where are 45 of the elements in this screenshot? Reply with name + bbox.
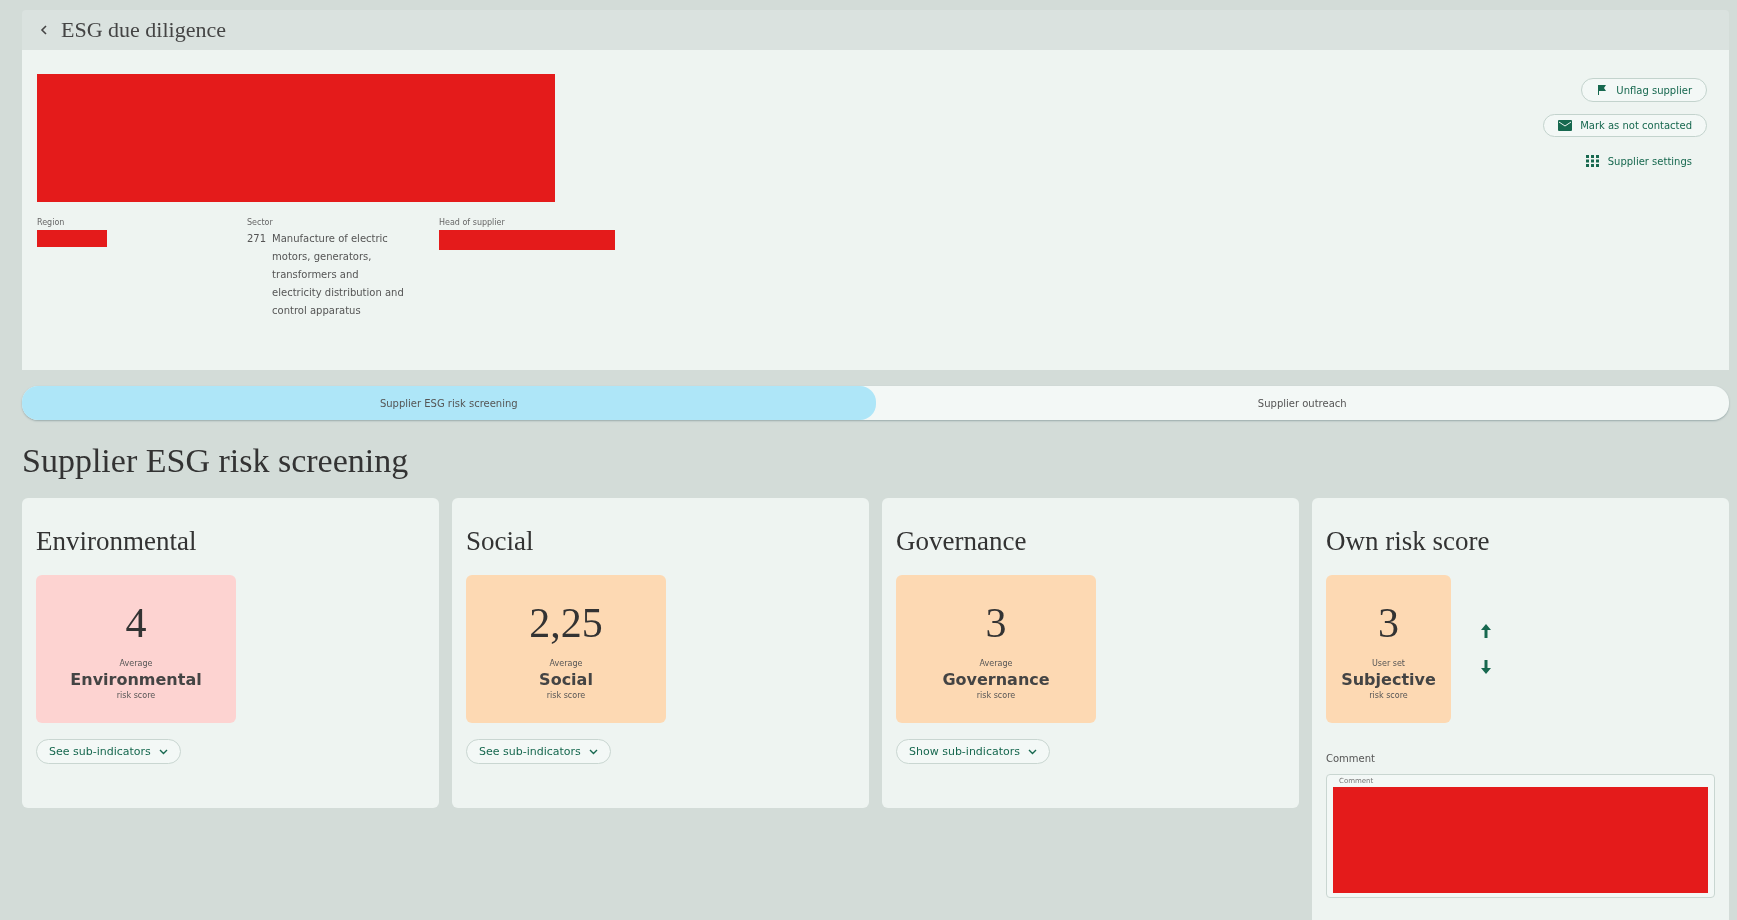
- chevron-down-icon: [1028, 748, 1037, 755]
- score-caption: risk score: [546, 690, 586, 700]
- card-title: Environmental: [36, 526, 198, 557]
- sector-value: Manufacture of electric motors, generators, transformers and electricity distribution and control apparatus: [272, 232, 405, 318]
- back-icon[interactable]: [40, 25, 47, 35]
- score-caption: Average: [119, 658, 153, 668]
- flag-icon: [1596, 84, 1609, 96]
- sub-indicators-button[interactable]: See sub-indicators: [466, 739, 611, 764]
- action-button[interactable]: Unflag supplier: [1581, 78, 1707, 102]
- sub-indicators-button[interactable]: See sub-indicators: [36, 739, 181, 764]
- settings-link[interactable]: Supplier settings: [1570, 149, 1707, 173]
- page-title: ESG due diligence: [61, 17, 226, 43]
- field-label: Head of supplier: [439, 218, 506, 227]
- score-value: 2,25: [529, 598, 603, 647]
- score-caption: Average: [979, 658, 1013, 668]
- score-name: Subjective: [1341, 669, 1436, 689]
- grid-icon: [1585, 155, 1600, 167]
- action-button[interactable]: Mark as not contacted: [1543, 114, 1707, 137]
- score-caption: risk score: [1369, 690, 1408, 700]
- score-name: Social: [539, 669, 593, 689]
- tab[interactable]: Supplier outreach: [875, 386, 1729, 420]
- score-caption: risk score: [116, 690, 156, 700]
- card-title: Social: [466, 526, 535, 557]
- score-value: 4: [125, 598, 147, 647]
- chevron-down-icon: [588, 748, 598, 755]
- mail-icon: [1558, 120, 1573, 131]
- card-title: Own risk score: [1326, 526, 1491, 557]
- tab[interactable]: Supplier ESG risk screening: [22, 386, 876, 420]
- arrow-down-icon[interactable]: [1481, 660, 1491, 674]
- score-name: Environmental: [70, 669, 202, 689]
- field-label: Region: [37, 218, 66, 227]
- sub-indicators-button[interactable]: Show sub-indicators: [896, 739, 1050, 764]
- card-title: Governance: [896, 526, 1028, 557]
- arrow-up-icon[interactable]: [1481, 624, 1491, 638]
- section-title: Supplier ESG risk screening: [22, 442, 410, 480]
- score-value: 3: [985, 598, 1007, 647]
- field-label: Sector: [247, 218, 274, 227]
- sector-code: 271: [247, 232, 267, 246]
- score-caption: risk score: [976, 690, 1016, 700]
- score-name: Governance: [942, 669, 1050, 689]
- score-value: 3: [1378, 598, 1399, 647]
- chevron-down-icon: [158, 748, 168, 755]
- comment-label: Comment: [1326, 753, 1376, 764]
- score-caption: User set: [1372, 658, 1405, 668]
- score-caption: Average: [549, 658, 583, 668]
